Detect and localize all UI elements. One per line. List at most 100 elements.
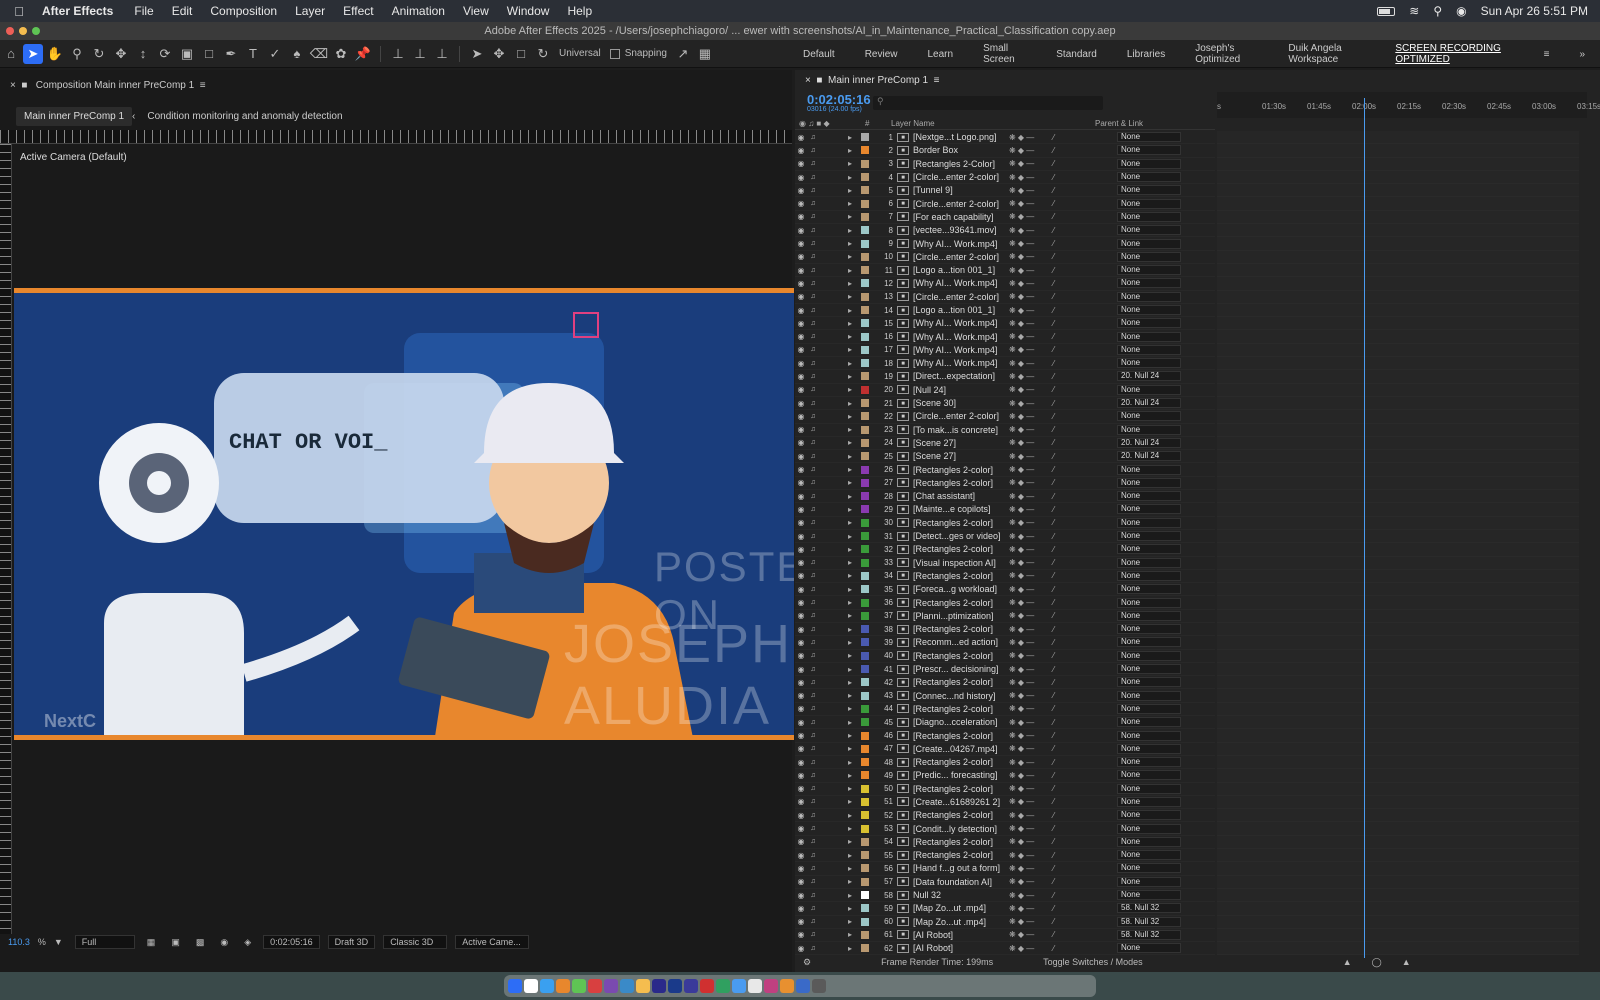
parent-select[interactable]: None [1117,876,1181,887]
timeline-tab[interactable]: × ■ Main inner PreComp 1 ≡ [805,72,939,90]
visibility-eye-icon[interactable]: ◉ [795,465,807,474]
timeline-menu-icon[interactable]: ≡ [934,75,940,86]
layer-switches[interactable]: ❋ ◆ — [1009,784,1053,793]
layer-switches[interactable]: ❋ ◆ — [1009,173,1053,182]
audio-icon[interactable]: ♫ [807,200,819,207]
visibility-eye-icon[interactable]: ◉ [795,399,807,408]
layer-row[interactable]: ◉ ♫ ▸ 54 ■ [Rectangles 2-color] ❋ ◆ — ⁄ None [795,836,1215,850]
visibility-eye-icon[interactable]: ◉ [795,492,807,501]
audio-icon[interactable]: ♫ [807,466,819,473]
layer-row[interactable]: ◉ ♫ ▸ 11 ■ [Logo a...tion 001_1] ❋ ◆ — ⁄ None [795,264,1215,278]
dolly-camera-icon[interactable]: ↕ [133,44,153,64]
layer-row[interactable]: ◉ ♫ ▸ 47 ■ [Create...04267.mp4] ❋ ◆ — ⁄ None [795,743,1215,756]
layer-row[interactable]: ◉ ♫ ▸ 51 ■ [Create...61689261 2] ❋ ◆ — ⁄ None [795,796,1215,810]
parent-select[interactable]: None [1117,650,1181,661]
layer-row[interactable]: ◉ ♫ ▸ 21 ■ [Scene 30] ❋ ◆ — ⁄ 20. Null 24 [795,397,1215,411]
parent-select[interactable]: None [1117,836,1181,847]
layer-switches[interactable]: ❋ ◆ — [1009,186,1053,195]
dock-app-icon[interactable] [604,979,618,993]
layer-row[interactable]: ◉ ♫ ▸ 52 ■ [Rectangles 2-color] ❋ ◆ — ⁄ None [795,809,1215,823]
visibility-eye-icon[interactable]: ◉ [795,665,807,674]
layer-switches[interactable]: ❋ ◆ — [1009,851,1053,860]
snap-options-icon[interactable]: ↗ [673,44,693,64]
layer-row[interactable]: ◉ ♫ ▸ 12 ■ [Why AI... Work.mp4] ❋ ◆ — ⁄ None [795,277,1215,291]
label-color[interactable] [861,385,869,394]
effect-switches[interactable]: ⁄ [1053,744,1117,753]
audio-icon[interactable]: ♫ [807,759,819,766]
timeline-track[interactable] [1217,370,1579,384]
layer-switches[interactable]: ❋ ◆ — [1009,239,1053,248]
playhead[interactable] [1364,98,1365,958]
effect-switches[interactable]: ⁄ [1053,186,1117,195]
visibility-eye-icon[interactable]: ◉ [795,930,807,939]
effect-switches[interactable]: ⁄ [1053,837,1117,846]
layer-switches[interactable]: ❋ ◆ — [1009,146,1053,155]
parent-select[interactable]: None [1117,597,1181,608]
layer-name[interactable]: [Foreca...g workload] [913,584,1009,594]
rotate-icon[interactable]: ↻ [533,44,553,64]
visibility-eye-icon[interactable]: ◉ [795,864,807,873]
parent-select[interactable]: None [1117,358,1181,369]
visibility-eye-icon[interactable]: ◉ [795,824,807,833]
timeline-track[interactable] [1217,649,1579,663]
transparency-icon[interactable]: ▩ [188,937,213,948]
dock-app-icon[interactable] [684,979,698,993]
label-color[interactable] [861,718,869,727]
visibility-eye-icon[interactable]: ◉ [795,372,807,381]
label-color[interactable] [861,784,869,793]
audio-icon[interactable]: ♫ [807,812,819,819]
audio-icon[interactable]: ♫ [807,892,819,899]
timeline-track[interactable] [1217,263,1579,278]
layer-switches[interactable]: ❋ ◆ — [1009,505,1053,514]
layer-row[interactable]: ◉ ♫ ▸ 30 ■ [Rectangles 2-color] ❋ ◆ — ⁄ None [795,517,1215,530]
expand-arrow-icon[interactable]: ▸ [843,771,857,780]
parent-select[interactable]: None [1117,464,1181,475]
timeline-track[interactable] [1217,131,1579,145]
label-color[interactable] [861,771,869,780]
search-icon[interactable]: ⚲ [1433,4,1442,18]
timeline-track[interactable] [1217,476,1579,491]
parent-select[interactable]: None [1117,743,1181,754]
menu-help[interactable]: Help [558,4,601,18]
timeline-track[interactable] [1217,888,1579,903]
parent-select[interactable]: None [1117,703,1181,714]
parent-select[interactable]: None [1117,318,1181,329]
expand-arrow-icon[interactable]: ▸ [843,359,857,368]
layer-switches[interactable]: ❋ ◆ — [1009,944,1053,953]
layer-switches[interactable]: ❋ ◆ — [1009,545,1053,554]
audio-icon[interactable]: ♫ [807,905,819,912]
audio-icon[interactable]: ♫ [807,293,819,300]
layer-switches[interactable]: ❋ ◆ — [1009,665,1053,674]
layer-row[interactable]: ◉ ♫ ▸ 39 ■ [Recomm...ed action] ❋ ◆ — ⁄ None [795,636,1215,650]
label-color[interactable] [861,306,869,314]
layer-row[interactable]: ◉ ♫ ▸ 60 ■ [Map Zo...ut .mp4] ❋ ◆ — ⁄ 58. Null 3… [795,916,1215,929]
parent-select[interactable]: None [1117,504,1181,515]
label-color[interactable] [861,319,869,328]
layer-switches[interactable]: ❋ ◆ — [1009,518,1053,527]
layer-name[interactable]: [Null 24] [913,385,1009,395]
layer-row[interactable]: ◉ ♫ ▸ 42 ■ [Rectangles 2-color] ❋ ◆ — ⁄ None [795,676,1215,690]
dock-app-icon[interactable] [524,979,538,993]
view-axis-icon[interactable]: ⊥ [432,44,452,64]
expand-arrow-icon[interactable]: ▸ [843,944,857,953]
layer-switches[interactable]: ❋ ◆ — [1009,651,1053,660]
visibility-eye-icon[interactable]: ◉ [795,239,807,248]
layer-row[interactable]: ◉ ♫ ▸ 8 ■ [vectee...93641.mov] ❋ ◆ — ⁄ None [795,224,1215,238]
effect-switches[interactable]: ⁄ [1053,851,1117,860]
layer-row[interactable]: ◉ ♫ ▸ 19 ■ [Direct...expectation] ❋ ◆ — ⁄ 20. Nu… [795,370,1215,384]
layer-switches[interactable]: ❋ ◆ — [1009,877,1053,886]
label-color[interactable] [861,797,869,806]
layer-name[interactable]: [For each capability] [913,212,1009,222]
layer-name[interactable]: [Rectangles 2-color] [913,757,1009,767]
timeline-track[interactable] [1217,423,1579,437]
effect-switches[interactable]: ⁄ [1053,691,1117,700]
expand-arrow-icon[interactable]: ▸ [843,399,857,408]
layer-row[interactable]: ◉ ♫ ▸ 32 ■ [Rectangles 2-color] ❋ ◆ — ⁄ None [795,543,1215,557]
layer-name[interactable]: [Rectangles 2-color] [913,731,1009,741]
label-color[interactable] [861,558,869,567]
apple-icon[interactable]:  [0,4,38,19]
layer-row[interactable]: ◉ ♫ ▸ 16 ■ [Why AI... Work.mp4] ❋ ◆ — ⁄ None [795,330,1215,344]
parent-select[interactable]: None [1117,783,1181,794]
parent-select[interactable]: None [1117,730,1181,741]
layer-name[interactable]: [Rectangles 2-color] [913,850,1009,860]
